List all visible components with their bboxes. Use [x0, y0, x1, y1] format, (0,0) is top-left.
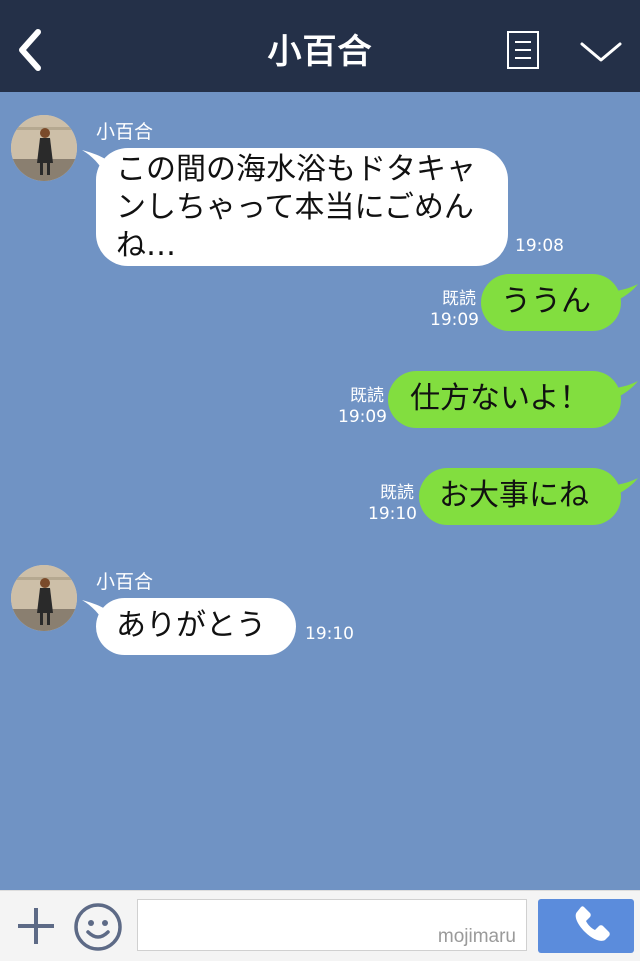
read-receipt: 既読 19:09: [430, 289, 479, 330]
page-title: 小百合: [267, 32, 373, 72]
emoji-button[interactable]: [73, 902, 123, 952]
message-bubble: 仕方ないよ！: [388, 371, 621, 428]
message-text: ありがとう: [116, 608, 266, 643]
message-text-line: ンしちゃって本当にごめん: [116, 190, 474, 225]
message-text-line: この間の海水浴もドタキャ: [116, 152, 476, 187]
add-button[interactable]: [14, 904, 58, 948]
menu-button[interactable]: [507, 31, 539, 69]
message-text: お大事にね: [439, 478, 589, 513]
read-receipt: 既読 19:09: [338, 386, 387, 427]
chevron-down-icon: [580, 42, 622, 62]
message-bubble: ありがとう: [96, 598, 296, 655]
avatar-photo: [11, 565, 77, 631]
message-text: ううん: [501, 284, 591, 319]
watermark: mojimaru: [437, 926, 516, 947]
avatar-photo: [11, 115, 77, 181]
collapse-button[interactable]: [578, 38, 624, 66]
message-time: 19:10: [305, 624, 354, 644]
avatar[interactable]: [11, 115, 77, 181]
message-bubble: ううん: [481, 274, 621, 331]
menu-list-icon: [515, 41, 531, 43]
input-bar: mojimaru: [0, 890, 640, 961]
plus-icon: [18, 908, 54, 944]
call-button[interactable]: [538, 899, 634, 953]
message-bubble: お大事にね: [419, 468, 621, 525]
message-text-line: ね…: [116, 228, 176, 263]
message-bubble: この間の海水浴もドタキャ ンしちゃって本当にごめん ね…: [96, 148, 508, 266]
message-text: 仕方ないよ！: [410, 381, 590, 416]
avatar[interactable]: [11, 565, 77, 631]
message-input[interactable]: mojimaru: [137, 899, 527, 951]
sender-name: 小百合: [96, 121, 154, 143]
read-receipt: 既読 19:10: [368, 483, 417, 524]
smiley-icon: [74, 903, 122, 951]
chat-header: 小百合: [0, 0, 640, 92]
chat-area: 小百合 この間の海水浴もドタキャ ンしちゃって本当にごめん ね… 19:08 既…: [0, 92, 640, 890]
message-time: 19:08: [515, 236, 564, 256]
sender-name: 小百合: [96, 571, 154, 593]
phone-icon: [575, 906, 610, 941]
